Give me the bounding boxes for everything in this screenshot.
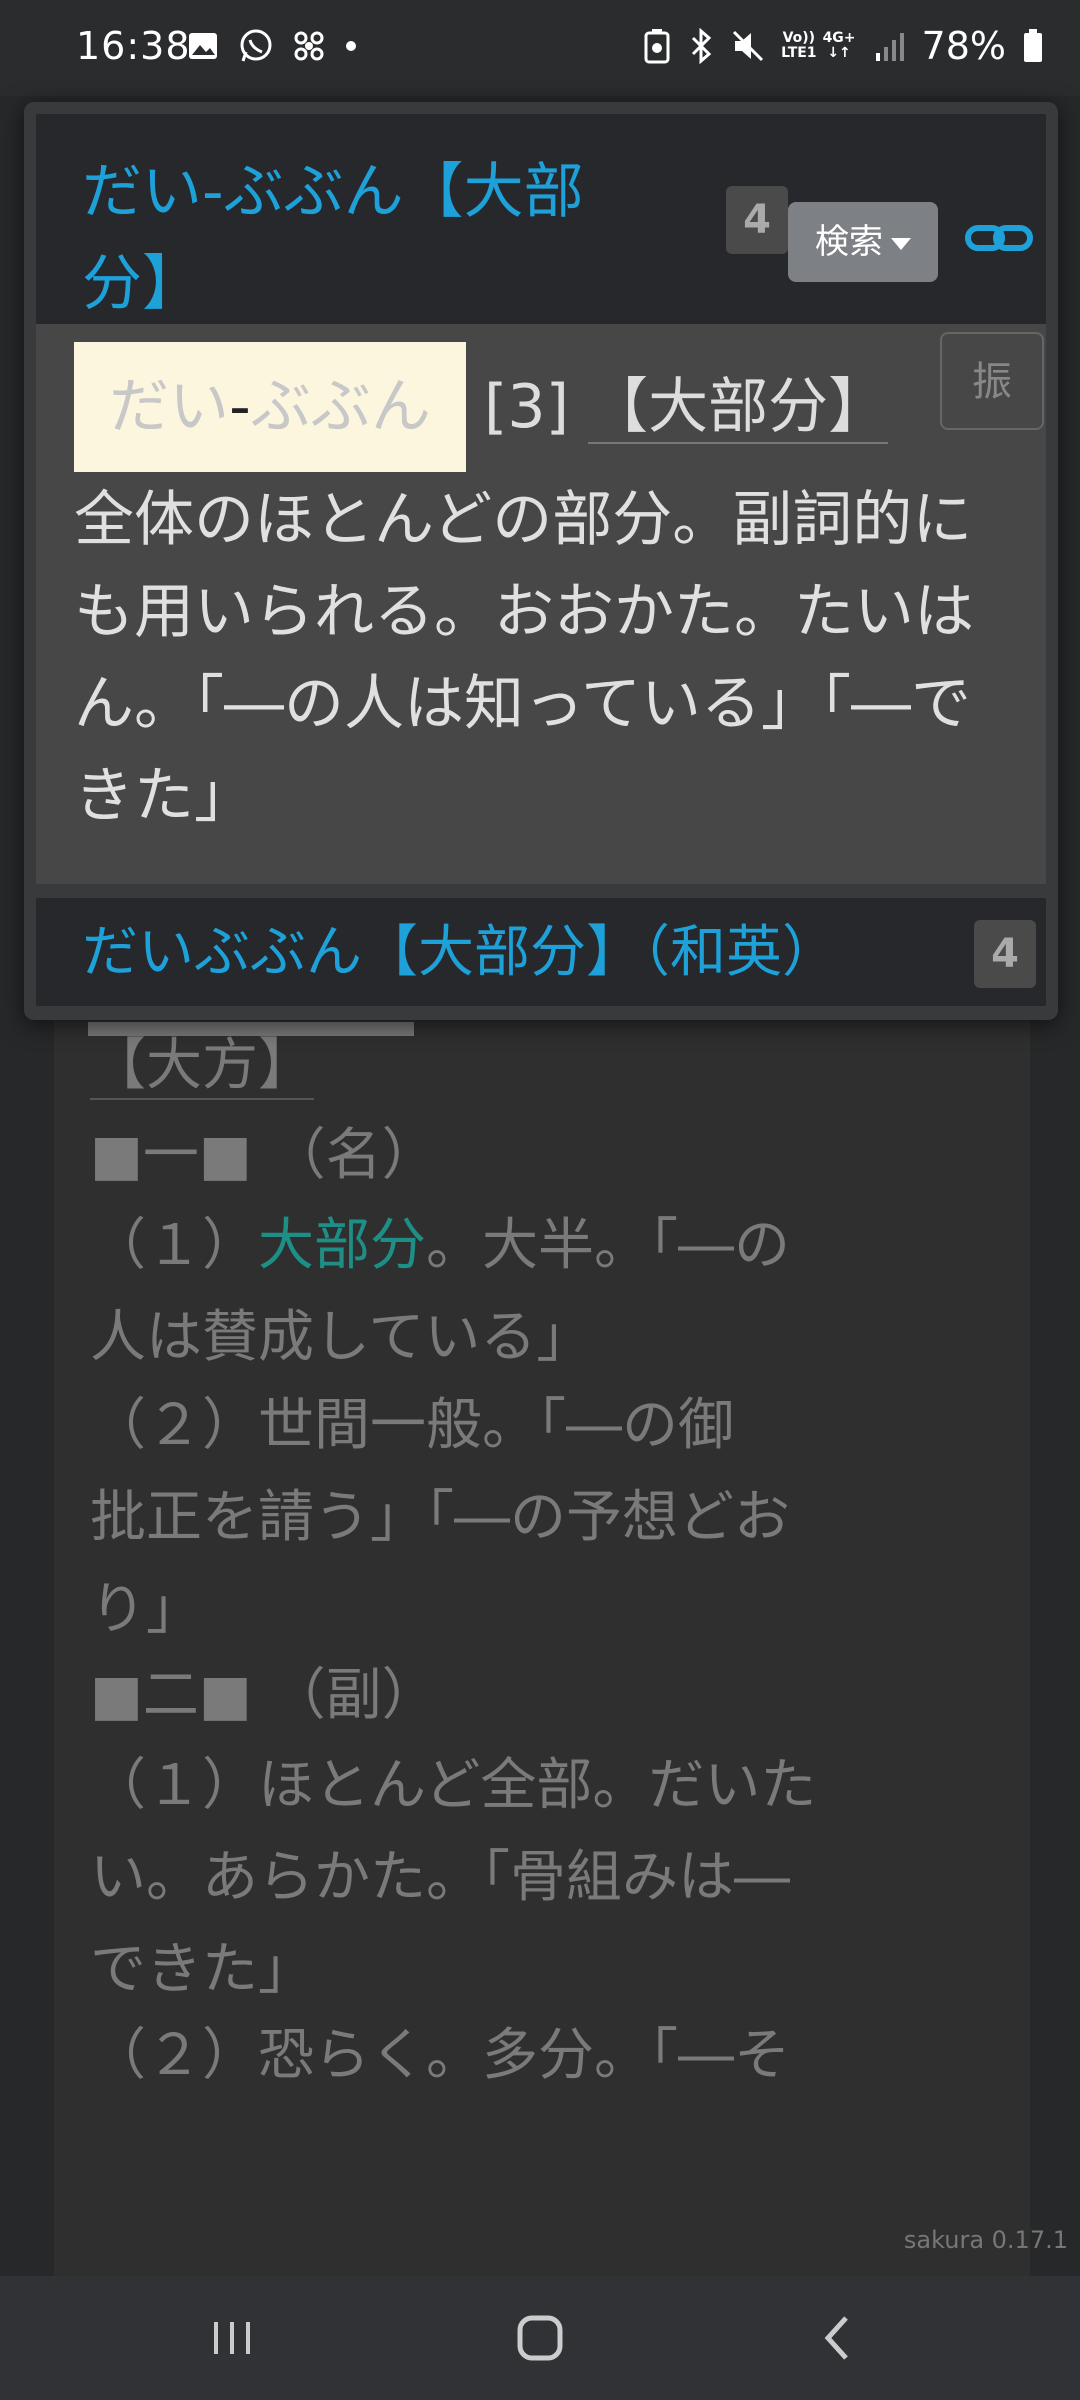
headword-kanji: 【大部分】	[588, 372, 889, 444]
article-line: （１）ほとんど全部。だいた い。あらかた。「骨組みは― できた」	[90, 1753, 817, 2002]
gallery-icon	[189, 33, 217, 59]
status-bar: 16:38 Vo)) LTE1 4G+ ↓↑ 78%	[0, 0, 1080, 96]
second-entry-header[interactable]: だいぶぶん【大部分】（和英） 4	[36, 898, 1046, 1006]
caret-down-icon	[891, 237, 911, 250]
article-line: ■一■ （名）	[90, 1123, 438, 1188]
battery-icon	[1024, 29, 1042, 62]
navigation-bar	[0, 2276, 1080, 2400]
dot-icon	[346, 41, 356, 51]
article-line: ■二■ （副）	[90, 1663, 438, 1728]
dictionary-article: 【大方】 ■一■ （名） （１）大部分。大半。「―の 人は賛成している」 （２）世…	[54, 1000, 1030, 2280]
entry-body: だい‐ぶぶん [3] 【大部分】 振 全体のほとんどの部分。副詞的にも用いられる…	[36, 324, 1046, 884]
bluetooth-icon	[692, 28, 712, 64]
mute-icon	[733, 30, 764, 62]
pinwheel-icon	[294, 31, 324, 61]
notification-icons	[186, 28, 358, 64]
signal-icon	[875, 33, 904, 61]
entry-header: だい‐ぶぶん【大部分】 4 検索	[36, 114, 1046, 324]
accent-number: [3]	[484, 372, 569, 442]
furigana-toggle-button[interactable]: 振	[940, 332, 1044, 430]
article-line: （２）世間一般。「―の御 批正を請う」「―の予想どお り」	[90, 1393, 790, 1642]
whatsapp-icon	[240, 29, 272, 62]
status-time: 16:38	[76, 24, 191, 68]
lookup-popup: だい‐ぶぶん【大部分】 4 検索 だい‐ぶぶん [3] 【大部分】 振 全体のほ…	[24, 102, 1058, 1020]
article-line: （２）恐らく。多分。「―そ	[90, 2023, 790, 2088]
second-entry-count-badge: 4	[974, 920, 1036, 988]
search-dropdown-button[interactable]: 検索	[788, 202, 938, 282]
headword-rest: [3] 【大部分】	[484, 342, 889, 472]
entry-title[interactable]: だい‐ぶぶん【大部分】	[82, 146, 622, 330]
recent-apps-icon[interactable]	[200, 2306, 264, 2370]
link-icon[interactable]	[964, 216, 1034, 260]
second-entry-title[interactable]: だいぶぶん【大部分】（和英）	[82, 908, 838, 998]
battery-percent: 78%	[921, 24, 1006, 68]
headword-kana: だい‐ぶぶん	[74, 342, 466, 472]
article-line: （１）大部分。大半。「―の 人は賛成している」	[90, 1213, 790, 1370]
scroll-marker	[88, 1022, 414, 1036]
definition-text: 全体のほとんどの部分。副詞的にも用いられる。おおかた。たいはん。「―の人は知って…	[74, 485, 974, 831]
app-version: sakura 0.17.1	[903, 2226, 1068, 2254]
home-icon[interactable]	[508, 2306, 572, 2370]
network-indicator: Vo)) LTE1 4G+ ↓↑	[781, 30, 856, 61]
back-icon[interactable]	[806, 2306, 870, 2370]
battery-saver-icon	[644, 29, 670, 64]
system-icons: Vo)) LTE1 4G+ ↓↑ 78%	[643, 24, 1044, 68]
entry-count-badge: 4	[726, 186, 788, 254]
link-word[interactable]: 大部分	[258, 1213, 426, 1278]
